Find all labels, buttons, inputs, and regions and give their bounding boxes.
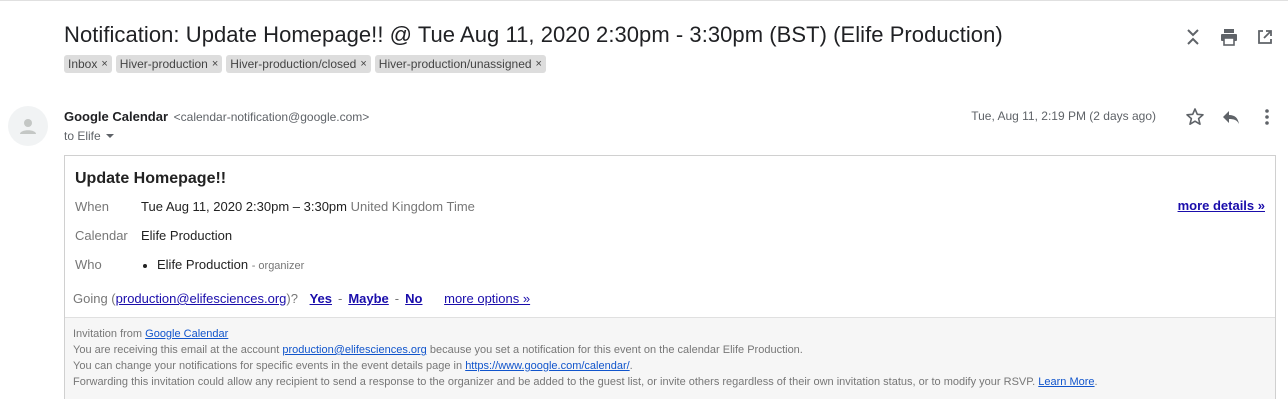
footer-line-2: You are receiving this email at the acco… (73, 342, 1275, 358)
label-chip-hiver-production-unassigned[interactable]: Hiver-production/unassigned × (374, 55, 546, 73)
footer-text: Forwarding this invitation could allow a… (73, 376, 1039, 388)
footer-text: You are receiving this email at the acco… (73, 344, 283, 356)
reply-icon[interactable] (1220, 106, 1242, 128)
top-divider (0, 0, 1288, 1)
remove-label-icon[interactable]: × (101, 58, 107, 70)
footer-text: . (629, 360, 633, 372)
separator: - (394, 291, 400, 306)
invitation-card: Update Homepage!! more details » When Tu… (64, 155, 1276, 399)
going-prefix: Going ( (73, 291, 116, 306)
who-label: Who (75, 257, 102, 272)
remove-label-icon[interactable]: × (212, 58, 218, 70)
invitation-footer: Invitation from Google Calendar You are … (65, 317, 1275, 399)
more-details-link[interactable]: more details » (1178, 198, 1265, 213)
message-actions (1184, 106, 1278, 128)
more-vert-icon[interactable] (1256, 106, 1278, 128)
calendar-value: Elife Production (141, 228, 233, 243)
email-subject: Notification: Update Homepage!! @ Tue Au… (64, 22, 1003, 47)
remove-label-icon[interactable]: × (536, 58, 542, 70)
calendar-url-link[interactable]: https://www.google.com/calendar/ (465, 360, 629, 372)
label-text: Hiver-production (119, 57, 208, 71)
footer-text: . (1094, 376, 1098, 388)
attendee-role: - organizer (251, 260, 305, 272)
rsvp-row: Going (production@elifesciences.org)? Ye… (73, 291, 530, 306)
footer-text: You can change your notifications for sp… (73, 360, 466, 372)
person-icon (20, 119, 36, 134)
label-chips: Inbox × Hiver-production × Hiver-product… (64, 55, 546, 73)
separator: - (337, 291, 343, 306)
footer-text: because you set a notification for this … (426, 344, 803, 356)
when-timezone: United Kingdom Time (350, 199, 475, 214)
dropdown-arrow-icon (105, 134, 114, 138)
collapse-icon[interactable] (1182, 26, 1204, 48)
thread-toolbar (1182, 26, 1276, 48)
footer-line-4: Forwarding this invitation could allow a… (73, 374, 1275, 390)
attendee-name: Elife Production (157, 257, 249, 272)
sender-email: <calendar-notification@google.com> (173, 110, 370, 124)
rsvp-email-link[interactable]: production@elifesciences.org (116, 291, 287, 306)
event-title: Update Homepage!! (75, 170, 227, 187)
sender-name[interactable]: Google Calendar (64, 109, 168, 124)
rsvp-yes-button[interactable]: Yes (310, 291, 332, 306)
calendar-label: Calendar (75, 228, 128, 243)
print-icon[interactable] (1218, 26, 1240, 48)
when-value: Tue Aug 11, 2020 2:30pm – 3:30pm United … (141, 199, 475, 214)
label-chip-hiver-production[interactable]: Hiver-production × (115, 55, 223, 73)
footer-line-1: Invitation from Google Calendar (73, 326, 1275, 342)
label-text: Hiver-production/unassigned (378, 57, 532, 71)
when-label: When (75, 199, 109, 214)
label-text: Hiver-production/closed (230, 57, 357, 71)
rsvp-maybe-button[interactable]: Maybe (348, 291, 388, 306)
who-value: Elife Production - organizer (141, 257, 304, 272)
footer-line-3: You can change your notifications for sp… (73, 358, 1275, 374)
label-chip-inbox[interactable]: Inbox × (64, 55, 112, 73)
list-bullet (143, 263, 147, 268)
more-options-link[interactable]: more options » (444, 291, 530, 306)
label-text: Inbox (68, 57, 98, 71)
learn-more-link[interactable]: Learn More (1038, 376, 1094, 388)
footer-text: Invitation from (73, 328, 146, 340)
account-email-link[interactable]: production@elifesciences.org (282, 344, 426, 356)
recipients-text: to Elife (64, 129, 101, 143)
going-suffix: )? (286, 291, 298, 306)
open-in-new-window-icon[interactable] (1254, 26, 1276, 48)
sender-avatar[interactable] (8, 106, 48, 146)
label-chip-hiver-production-closed[interactable]: Hiver-production/closed × (226, 55, 371, 73)
star-icon[interactable] (1184, 106, 1206, 128)
rsvp-no-button[interactable]: No (405, 291, 422, 306)
message-date: Tue, Aug 11, 2:19 PM (2 days ago) (971, 109, 1156, 123)
sender-line: Google Calendar <calendar-notification@g… (64, 109, 369, 124)
recipients-toggle[interactable]: to Elife (64, 129, 115, 143)
when-time: Tue Aug 11, 2020 2:30pm – 3:30pm (141, 199, 347, 214)
remove-label-icon[interactable]: × (360, 58, 366, 70)
google-calendar-link[interactable]: Google Calendar (145, 328, 228, 340)
